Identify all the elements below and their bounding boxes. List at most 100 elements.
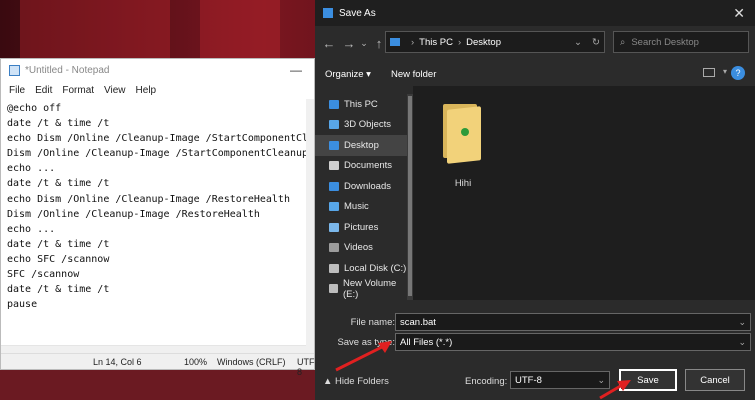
breadcrumb-separator-icon: › [411, 36, 415, 48]
nav-item-this-pc[interactable]: This PC [315, 94, 407, 115]
file-name-value: scan.bat [400, 316, 436, 328]
nav-item-local-disk-c[interactable]: Local Disk (C:) [315, 258, 407, 279]
desktop-wallpaper-band [200, 0, 280, 60]
notepad-line: @echo off [7, 103, 62, 114]
status-cursor-position: Ln 14, Col 6 [93, 357, 142, 367]
notepad-line: date /t & time /t [7, 238, 110, 250]
nav-item-documents[interactable]: Documents [315, 156, 407, 177]
save-type-select[interactable]: All Files (*.*) ⌄ [395, 333, 751, 351]
nav-item-label: Documents [344, 160, 393, 172]
nav-item-label: Music [344, 201, 369, 213]
save-as-dialog: Save As ✕ ← → ⌄ ↑ › This PC › Desktop ⌄ … [315, 0, 755, 400]
nav-item-icon [329, 222, 339, 232]
search-placeholder: Search Desktop [631, 36, 699, 48]
folder-icon[interactable] [443, 100, 483, 164]
save-type-value: All Files (*.*) [400, 336, 453, 348]
file-list-area[interactable]: Hihi [413, 86, 755, 300]
notepad-line: Dism /Online /Cleanup-Image /RestoreHeal… [7, 208, 260, 220]
breadcrumb-desktop[interactable]: Desktop [466, 37, 501, 48]
desktop-wallpaper-bottom [0, 368, 315, 400]
search-input[interactable]: ⌕ Search Desktop [613, 31, 749, 53]
close-icon[interactable]: ✕ [733, 5, 745, 22]
nav-item-downloads[interactable]: Downloads [315, 176, 407, 197]
notepad-icon [9, 64, 20, 76]
notepad-line: date /t & time /t [7, 284, 110, 296]
dialog-toolbar: Organize ▾ New folder ▾ ? [315, 62, 755, 86]
forward-arrow-icon[interactable]: → [339, 36, 359, 51]
organize-button[interactable]: Organize ▾ [325, 69, 371, 80]
nav-item-label: Local Disk (C:) [344, 262, 407, 274]
encoding-dropdown-icon[interactable]: ⌄ [597, 375, 605, 386]
scrollbar-thumb[interactable] [408, 96, 412, 296]
dialog-title: Save As [339, 7, 376, 19]
notepad-line: echo SFC /scannow [7, 253, 110, 265]
notepad-line: echo Dism /Online /Cleanup-Image /StartC… [7, 133, 306, 145]
menu-view[interactable]: View [104, 85, 126, 96]
hide-folders-button[interactable]: ▲ Hide Folders [323, 376, 389, 387]
refresh-icon[interactable]: ↻ [592, 37, 600, 48]
nav-item-icon [329, 120, 339, 130]
menu-file[interactable]: File [9, 85, 25, 96]
dialog-titlebar[interactable]: Save As ✕ [315, 0, 755, 26]
nav-item-new-volume-e[interactable]: New Volume (E:) [315, 278, 407, 300]
new-folder-button[interactable]: New folder [391, 69, 436, 80]
help-icon[interactable]: ? [731, 66, 745, 80]
file-name-input[interactable]: scan.bat ⌄ [395, 313, 751, 331]
desktop-wallpaper-band [20, 0, 170, 60]
navigation-bar: ← → ⌄ ↑ › This PC › Desktop ⌄ ↻ ⌕ Search… [315, 26, 755, 60]
nav-item-icon [329, 284, 338, 294]
nav-item-label: Downloads [344, 180, 391, 192]
status-line-ending: Windows (CRLF) [217, 357, 286, 367]
notepad-line: echo ... [7, 163, 56, 175]
file-name-dropdown-icon[interactable]: ⌄ [738, 317, 746, 328]
notepad-text-area[interactable]: @echo off date /t & time /t echo Dism /Onl… [7, 101, 306, 312]
recent-locations-icon[interactable]: ⌄ [359, 38, 369, 49]
nav-item-icon [329, 263, 339, 273]
notepad-line: Dism /Online /Cleanup-Image /StartCompon… [7, 148, 306, 160]
notepad-line: echo Dism /Online /Cleanup-Image /Restor… [7, 193, 290, 205]
menu-help[interactable]: Help [136, 85, 157, 96]
menu-edit[interactable]: Edit [35, 85, 52, 96]
menu-format[interactable]: Format [62, 85, 94, 96]
view-options-icon[interactable] [703, 68, 715, 77]
save-type-label: Save as type: [337, 337, 395, 348]
breadcrumb-separator-icon: › [457, 36, 462, 48]
notepad-titlebar[interactable]: *Untitled - Notepad — [1, 59, 314, 81]
minimize-button[interactable]: — [290, 63, 302, 77]
nav-item-icon [329, 202, 339, 212]
cancel-button[interactable]: Cancel [685, 369, 745, 391]
nav-item-icon [329, 140, 339, 150]
nav-item-3d-objects[interactable]: 3D Objects [315, 115, 407, 136]
notepad-statusbar: Ln 14, Col 6 100% Windows (CRLF) UTF-8 [1, 353, 318, 377]
save-type-dropdown-icon[interactable]: ⌄ [738, 337, 746, 348]
nav-item-label: This PC [344, 98, 378, 110]
notepad-window: *Untitled - Notepad — File Edit Format V… [0, 58, 318, 377]
save-button[interactable]: Save [619, 369, 677, 391]
folder-label[interactable]: Hihi [443, 178, 483, 189]
nav-item-desktop[interactable]: Desktop [315, 135, 407, 156]
breadcrumb-this-pc[interactable]: This PC [419, 37, 453, 48]
encoding-label: Encoding: [465, 376, 508, 387]
nav-item-music[interactable]: Music [315, 197, 407, 218]
notepad-line: date /t & time /t [7, 178, 110, 190]
nav-item-icon [329, 243, 339, 253]
nav-item-label: Videos [344, 242, 373, 254]
notepad-line: pause [7, 299, 38, 311]
notepad-title: *Untitled - Notepad [25, 64, 110, 76]
notepad-vertical-scrollbar[interactable] [306, 99, 314, 353]
view-options-dropdown-icon[interactable]: ▾ [723, 67, 727, 76]
notepad-horizontal-scrollbar[interactable] [1, 345, 306, 353]
address-bar[interactable]: › This PC › Desktop ⌄ ↻ [385, 31, 605, 53]
encoding-select[interactable]: UTF-8 ⌄ [510, 371, 610, 389]
nav-item-icon [329, 161, 339, 171]
nav-item-label: 3D Objects [344, 119, 391, 131]
notepad-line: echo ... [7, 223, 56, 235]
encoding-value: UTF-8 [515, 374, 542, 386]
nav-item-pictures[interactable]: Pictures [315, 217, 407, 238]
this-pc-icon [390, 38, 400, 46]
file-name-label: File name: [350, 317, 395, 328]
back-arrow-icon[interactable]: ← [319, 36, 339, 51]
nav-item-videos[interactable]: Videos [315, 238, 407, 259]
address-dropdown-icon[interactable]: ⌄ [574, 37, 582, 48]
navigation-pane: This PC 3D Objects Desktop Documents Downloa… [315, 94, 407, 300]
